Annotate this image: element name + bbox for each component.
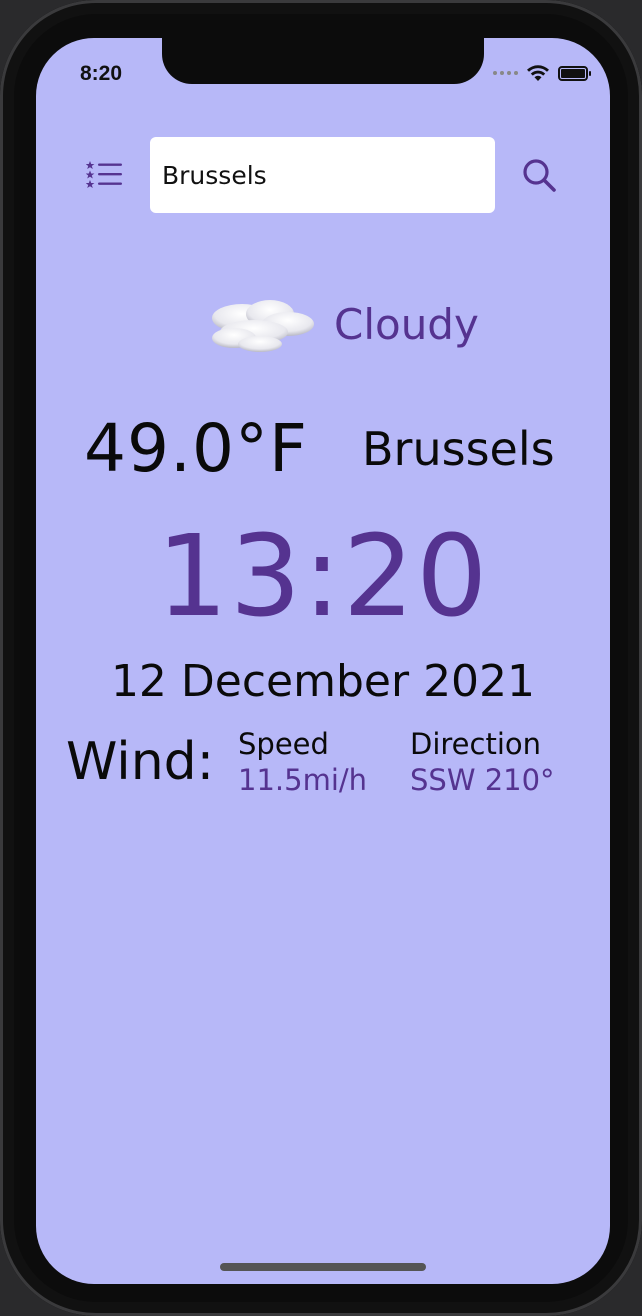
app-screen: 8:20 Brussels Cloudy 49.0°F Brussels 13:…: [36, 38, 610, 1284]
temperature-reading: 49.0°F: [84, 410, 308, 487]
city-search-input[interactable]: [150, 137, 495, 213]
wind-speed: Speed 11.5mi/h: [238, 726, 367, 798]
wind-direction-value: SSW 210°: [410, 763, 555, 797]
wifi-icon: [527, 65, 549, 81]
status-bar-indicators: [493, 64, 591, 82]
wind-speed-value: 11.5mi/h: [238, 763, 368, 797]
phone-frame: 8:20 Brussels Cloudy 49.0°F Brussels 13:…: [0, 0, 642, 1316]
wind-direction: Direction SSW 210°: [410, 726, 555, 798]
status-bar-time: 8:20: [80, 62, 123, 85]
local-time: 13:20: [156, 512, 490, 642]
local-date: 12 December 2021: [110, 656, 536, 707]
device-notch: [162, 38, 484, 84]
cellular-signal-icon: [493, 71, 518, 75]
weather-condition: Cloudy: [196, 288, 479, 360]
wind-label: Wind:: [66, 732, 215, 792]
wind-speed-title: Speed: [238, 727, 329, 761]
weather-condition-label: Cloudy: [334, 299, 479, 349]
home-indicator[interactable]: [220, 1263, 426, 1271]
wind-direction-title: Direction: [410, 727, 542, 761]
city-name: Brussels: [362, 422, 555, 476]
battery-icon: [558, 65, 591, 81]
search-icon[interactable]: [520, 156, 560, 196]
list-icon[interactable]: [85, 160, 124, 190]
cloud-icon: [212, 300, 314, 352]
